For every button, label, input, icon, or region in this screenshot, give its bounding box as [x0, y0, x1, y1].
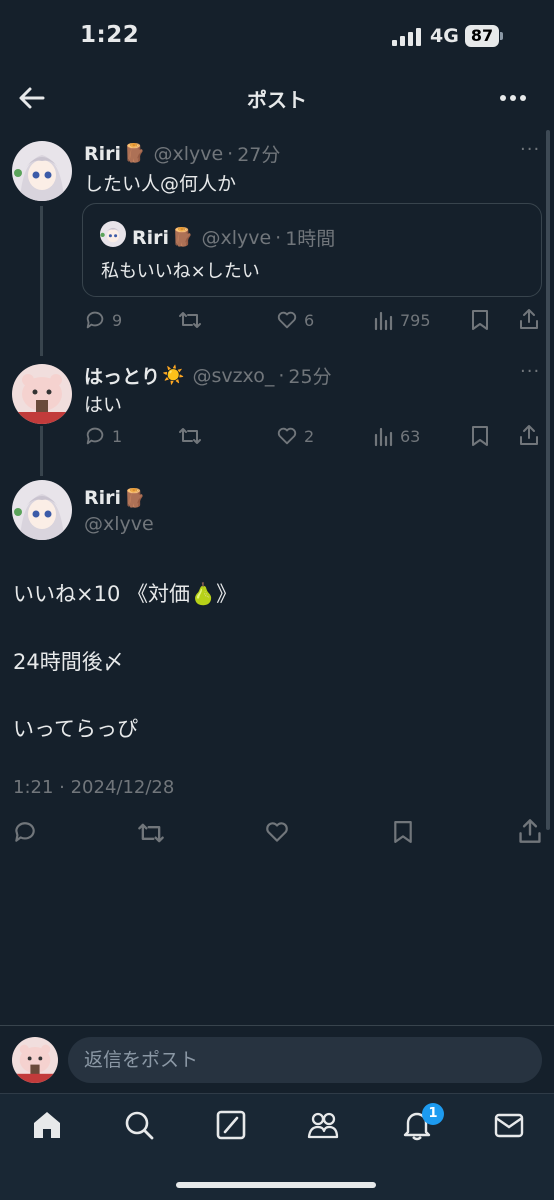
bookmark-icon[interactable]	[392, 819, 414, 845]
scrollbar[interactable]	[546, 130, 550, 830]
post-time[interactable]: 27分	[237, 140, 280, 167]
post-text: はい	[84, 394, 123, 416]
reply-input[interactable]: 返信をポスト	[68, 1037, 542, 1083]
views-button[interactable]: 795	[374, 309, 431, 331]
like-count: 6	[304, 310, 315, 330]
bookmark-icon[interactable]	[470, 425, 490, 447]
main-author-emoji: 🪵	[123, 487, 146, 509]
main-author-handle[interactable]: @xlyve	[84, 513, 154, 535]
reply-icon	[86, 427, 104, 445]
messages-icon[interactable]	[492, 1108, 526, 1142]
post-more-icon[interactable]: ···	[520, 139, 540, 160]
share-icon[interactable]	[518, 308, 540, 330]
like-button[interactable]: 6	[276, 309, 314, 331]
quote-time: 1時間	[285, 228, 336, 250]
repost-icon	[179, 428, 201, 444]
author-name[interactable]: Riri	[84, 143, 121, 165]
views-icon	[374, 427, 393, 447]
thread-line	[40, 206, 43, 356]
communities-icon[interactable]	[306, 1108, 340, 1142]
thread-line	[40, 426, 43, 476]
reply-icon	[86, 311, 104, 329]
quote-avatar	[100, 221, 126, 247]
views-icon	[374, 311, 393, 331]
repost-button[interactable]	[178, 425, 202, 447]
views-count: 795	[400, 310, 431, 330]
home-icon[interactable]	[30, 1108, 64, 1142]
my-avatar[interactable]	[12, 1037, 58, 1083]
avatar[interactable]	[12, 141, 72, 201]
repost-icon	[179, 312, 201, 328]
reply-divider	[0, 1025, 554, 1026]
author-handle[interactable]: @svzxo_	[192, 365, 274, 387]
main-author-avatar[interactable]	[12, 480, 72, 540]
views-count: 63	[400, 426, 421, 446]
like-button[interactable]: 2	[276, 425, 314, 447]
quote-text: 私もいいね×したい	[101, 261, 260, 282]
notifications-badge: 1	[422, 1103, 444, 1125]
quote-author-name: Riri	[132, 226, 170, 249]
status-time: 1:22	[80, 22, 140, 48]
reply-icon[interactable]	[12, 819, 38, 845]
grok-icon[interactable]	[214, 1108, 248, 1142]
network-label: 4G	[430, 25, 459, 47]
main-post-line-1: いいね×10 《対価🍐》	[13, 582, 238, 606]
repost-icon[interactable]	[137, 820, 165, 846]
main-post-line-3: いってらっぴ	[13, 717, 138, 741]
reply-button[interactable]: 9	[84, 309, 122, 331]
like-count: 2	[304, 426, 315, 446]
reply-count: 1	[112, 426, 123, 446]
search-icon[interactable]	[122, 1108, 156, 1142]
battery-icon: 87	[465, 25, 503, 47]
main-author[interactable]: Riri 🪵	[84, 487, 145, 509]
main-post-line-2: 24時間後〆	[13, 650, 124, 674]
battery-level: 87	[465, 25, 499, 47]
author-name[interactable]: はっとり	[84, 362, 160, 389]
repost-button[interactable]	[178, 309, 202, 331]
post-header: はっとり ☀️ @svzxo_ · 25分	[84, 362, 332, 389]
author-emoji: 🪵	[123, 143, 146, 164]
reply-button[interactable]: 1	[84, 425, 122, 447]
heart-icon[interactable]	[263, 819, 291, 845]
post-more-icon[interactable]: ···	[520, 361, 540, 382]
share-icon[interactable]	[518, 424, 540, 446]
author-handle[interactable]: @xlyve	[153, 143, 223, 165]
post-time[interactable]: 25分	[288, 362, 331, 389]
quote-author-emoji: 🪵	[171, 227, 194, 248]
bookmark-icon[interactable]	[470, 309, 490, 331]
main-author-name[interactable]: Riri	[84, 487, 121, 509]
quote-header: Riri 🪵 @xlyve · 1時間	[132, 224, 335, 251]
post-text: したい人@何人か	[84, 173, 237, 195]
more-options-icon[interactable]	[496, 84, 530, 112]
reply-count: 9	[112, 310, 123, 330]
signal-icon	[392, 28, 421, 46]
avatar[interactable]	[12, 364, 72, 424]
page-title: ポスト	[247, 88, 307, 112]
share-icon[interactable]	[517, 818, 543, 844]
author-emoji: ☀️	[162, 365, 185, 386]
heart-icon	[277, 311, 297, 329]
home-indicator	[176, 1182, 376, 1188]
post-header: Riri 🪵 @xlyve · 27分	[84, 140, 280, 167]
quote-author-handle: @xlyve	[201, 226, 272, 249]
heart-icon	[277, 427, 297, 445]
post-timestamp[interactable]: 1:21 · 2024/12/28	[13, 777, 174, 798]
views-button[interactable]: 63	[374, 425, 420, 447]
